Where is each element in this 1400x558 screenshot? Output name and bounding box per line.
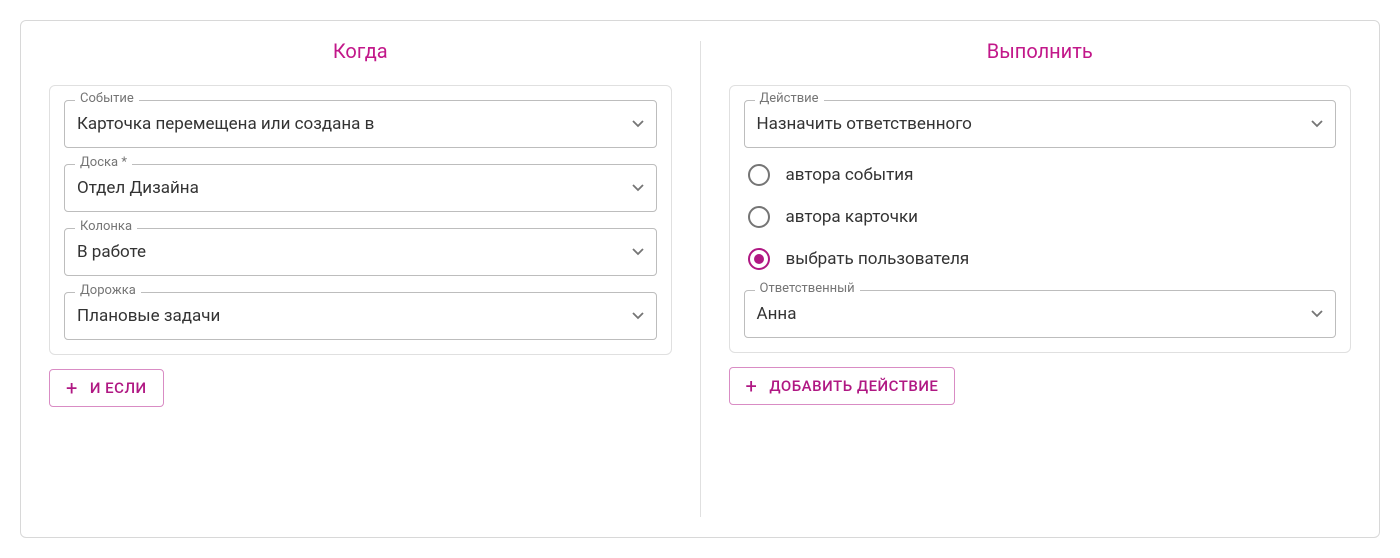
execute-column: Выполнить Действие Назначить ответственн…	[701, 21, 1380, 537]
radio-choose-user[interactable]: выбрать пользователя	[748, 248, 1333, 270]
column-label: Колонка	[75, 220, 137, 233]
responsible-select[interactable]: Ответственный Анна	[744, 290, 1337, 338]
chevron-down-icon	[632, 184, 644, 192]
execute-title: Выполнить	[729, 39, 1352, 63]
radio-unchecked-icon	[748, 206, 770, 228]
add-if-label: И ЕСЛИ	[90, 379, 147, 397]
board-value: Отдел Дизайна	[77, 178, 632, 198]
plus-icon: +	[746, 376, 758, 396]
chevron-down-icon	[632, 248, 644, 256]
chevron-down-icon	[1311, 310, 1323, 318]
add-action-label: ДОБАВИТЬ ДЕЙСТВИЕ	[769, 377, 938, 395]
board-select[interactable]: Доска * Отдел Дизайна	[64, 164, 657, 212]
lane-select[interactable]: Дорожка Плановые задачи	[64, 292, 657, 340]
chevron-down-icon	[1311, 120, 1323, 128]
column-select[interactable]: Колонка В работе	[64, 228, 657, 276]
automation-rule-panel: Когда Событие Карточка перемещена или со…	[20, 20, 1380, 538]
when-field-group: Событие Карточка перемещена или создана …	[49, 85, 672, 355]
event-select[interactable]: Событие Карточка перемещена или создана …	[64, 100, 657, 148]
radio-checked-icon	[748, 248, 770, 270]
board-label: Доска *	[75, 156, 132, 169]
chevron-down-icon	[632, 120, 644, 128]
radio-dot	[754, 254, 764, 264]
action-select[interactable]: Действие Назначить ответственного	[744, 100, 1337, 148]
event-label: Событие	[75, 92, 139, 105]
action-label: Действие	[755, 92, 824, 105]
responsible-value: Анна	[757, 304, 1312, 324]
plus-icon: +	[66, 378, 78, 398]
when-column: Когда Событие Карточка перемещена или со…	[21, 21, 700, 537]
execute-field-group: Действие Назначить ответственного автора…	[729, 85, 1352, 353]
when-title: Когда	[49, 39, 672, 63]
event-value: Карточка перемещена или создана в	[77, 114, 632, 134]
add-if-button[interactable]: + И ЕСЛИ	[49, 369, 164, 407]
radio-card-author[interactable]: автора карточки	[748, 206, 1333, 228]
radio-choose-user-label: выбрать пользователя	[786, 249, 970, 269]
responsible-label: Ответственный	[755, 282, 860, 295]
add-action-button[interactable]: + ДОБАВИТЬ ДЕЙСТВИЕ	[729, 367, 956, 405]
radio-event-author[interactable]: автора события	[748, 164, 1333, 186]
radio-card-author-label: автора карточки	[786, 207, 919, 227]
chevron-down-icon	[632, 312, 644, 320]
lane-label: Дорожка	[75, 284, 141, 297]
action-value: Назначить ответственного	[757, 114, 1312, 134]
radio-event-author-label: автора события	[786, 165, 914, 185]
radio-unchecked-icon	[748, 164, 770, 186]
column-value: В работе	[77, 242, 632, 262]
lane-value: Плановые задачи	[77, 306, 632, 326]
